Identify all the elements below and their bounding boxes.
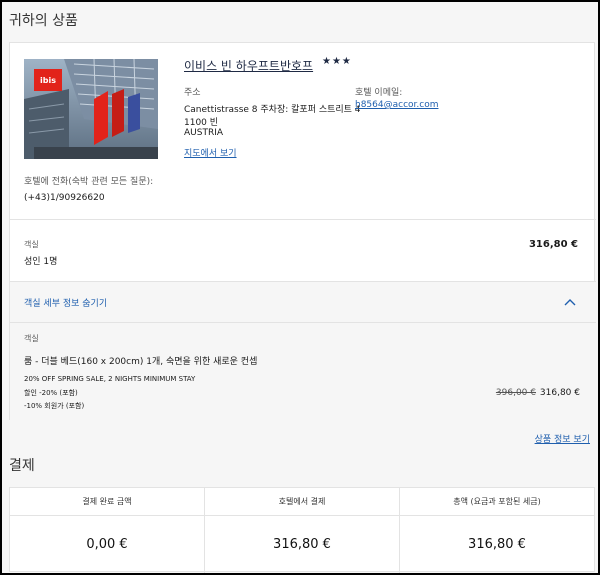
product-card: ibis 이비스 빈 하우프트반호프 ★★★ 주소 Canettistrasse… <box>9 42 596 420</box>
payment-col-label: 결제 완료 금액 <box>10 488 204 516</box>
hotel-phone: (+43)1/90926620 <box>24 193 105 203</box>
address-label: 주소 <box>184 88 201 98</box>
address-line3: AUSTRIA <box>184 128 224 138</box>
toggle-label: 객실 세부 정보 숨기기 <box>24 299 108 309</box>
final-price: 316,80 € <box>539 388 580 398</box>
room-details-name: 룸 - 더블 베드(160 x 200cm) 1개, 숙면을 위한 새로운 컨셉 <box>24 357 258 367</box>
room-details-toggle[interactable]: 객실 세부 정보 숨기기 <box>10 281 596 323</box>
ibis-logo: ibis <box>34 69 62 91</box>
view-map-link[interactable]: 지도에서 보기 <box>184 146 237 159</box>
address-line1: Canettistrasse 8 주차장: 칼포퍼 스트리트 4 <box>184 105 361 115</box>
payment-title: 결제 <box>9 458 35 474</box>
hotel-name-link[interactable]: 이비스 빈 하우프트반호프 <box>184 57 313 74</box>
room-price: 316,80 € <box>528 239 578 250</box>
room-details-label: 객실 <box>24 334 39 343</box>
discount-1: 할인 -20% (포함) <box>24 389 78 397</box>
discount-2: -10% 회원가 (포함) <box>24 402 85 410</box>
offer-name: 20% OFF SPRING SALE, 2 NIGHTS MINIMUM ST… <box>24 375 196 383</box>
payment-col-value: 0,00 € <box>86 537 128 552</box>
payment-col-value: 316,80 € <box>468 537 526 552</box>
product-info-link[interactable]: 상품 정보 보기 <box>535 432 590 445</box>
hotel-email-link[interactable]: h8564@accor.com <box>355 100 438 110</box>
room-label: 객실 <box>24 240 39 249</box>
payment-col-label: 호텔에서 결제 <box>205 488 399 516</box>
address-line2: 1100 빈 <box>184 118 219 128</box>
room-details-panel: 객실 룸 - 더블 베드(160 x 200cm) 1개, 숙면을 위한 새로운… <box>10 323 596 420</box>
divider <box>10 219 596 220</box>
room-occupancy: 성인 1명 <box>24 257 58 267</box>
payment-col-total: 총액 (요금과 포함된 세금) 316,80 € <box>400 488 594 573</box>
hotel-stars: ★★★ <box>322 56 352 67</box>
hotel-image[interactable]: ibis <box>24 59 158 159</box>
hotel-email-label: 호텔 이메일: <box>355 88 403 98</box>
chevron-up-icon <box>564 299 576 306</box>
hotel-phone-label: 호텔에 전화(숙박 관련 모든 질문): <box>24 177 154 187</box>
payment-summary: 결제 완료 금액 0,00 € 호텔에서 결제 316,80 € 총액 (요금과… <box>9 487 595 573</box>
page-frame: 귀하의 상품 ibis 이비스 빈 하우프트반호프 ★★★ 주소 Canetti… <box>0 0 600 575</box>
page-title: 귀하의 상품 <box>9 13 78 29</box>
payment-col-at-hotel: 호텔에서 결제 316,80 € <box>205 488 400 573</box>
payment-col-paid: 결제 완료 금액 0,00 € <box>10 488 205 573</box>
payment-col-label: 총액 (요금과 포함된 세금) <box>400 488 594 516</box>
original-price: 396,00 € <box>495 388 536 398</box>
payment-col-value: 316,80 € <box>273 537 331 552</box>
